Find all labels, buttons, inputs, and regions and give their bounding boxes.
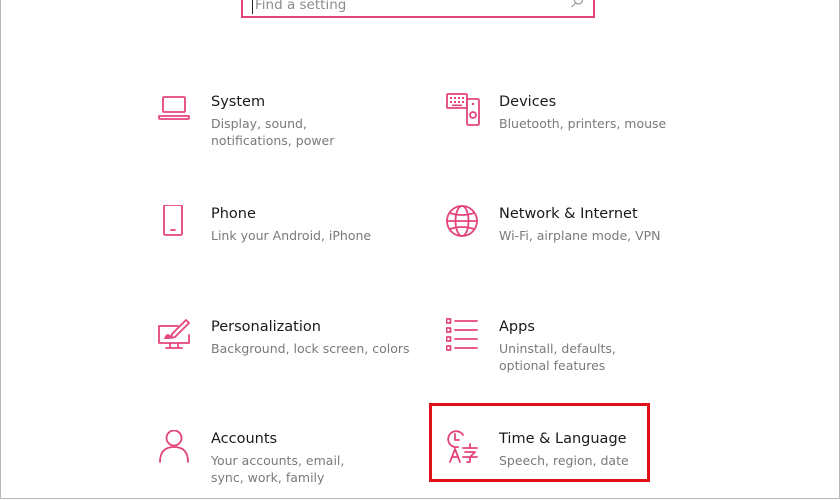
category-devices[interactable]: Devices Bluetooth, printers, mouse (446, 93, 676, 153)
devices-icon (446, 93, 480, 126)
person-icon (159, 430, 189, 463)
category-title: Devices (499, 94, 557, 110)
category-phone[interactable]: Phone Link your Android, iPhone (158, 205, 408, 255)
category-personalization[interactable]: Personalization Background, lock screen,… (158, 318, 410, 368)
category-title: Apps (499, 319, 535, 335)
text-caret (252, 0, 253, 14)
category-description: Display, sound, notifications, power (211, 116, 335, 148)
laptop-icon (158, 96, 190, 120)
search-input[interactable]: Find a setting (255, 0, 346, 13)
category-accounts[interactable]: Accounts Your accounts, email, sync, wor… (158, 430, 408, 490)
category-title: Phone (211, 206, 256, 222)
search-icon[interactable] (569, 0, 585, 10)
category-network-internet[interactable]: Network & Internet Wi-Fi, airplane mode,… (446, 205, 676, 255)
globe-icon (446, 205, 478, 237)
apps-list-icon (446, 318, 478, 351)
category-title: System (211, 94, 266, 110)
category-title: Accounts (211, 431, 278, 447)
phone-icon (163, 205, 183, 236)
category-title: Network & Internet (499, 206, 638, 222)
settings-window (0, 0, 840, 499)
category-description: Uninstall, defaults, optional features (499, 341, 616, 373)
highlight-box (429, 403, 650, 482)
category-apps[interactable]: Apps Uninstall, defaults, optional featu… (446, 318, 676, 378)
category-title: Personalization (211, 319, 321, 335)
category-description: Your accounts, email, sync, work, family (211, 453, 345, 485)
search-box[interactable]: Find a setting (241, 0, 595, 18)
category-description: Wi-Fi, airplane mode, VPN (499, 228, 661, 243)
category-description: Bluetooth, printers, mouse (499, 116, 667, 131)
category-description: Background, lock screen, colors (211, 341, 410, 356)
category-description: Link your Android, iPhone (211, 228, 372, 243)
category-system[interactable]: System Display, sound, notifications, po… (158, 93, 408, 153)
paint-icon (158, 319, 190, 349)
